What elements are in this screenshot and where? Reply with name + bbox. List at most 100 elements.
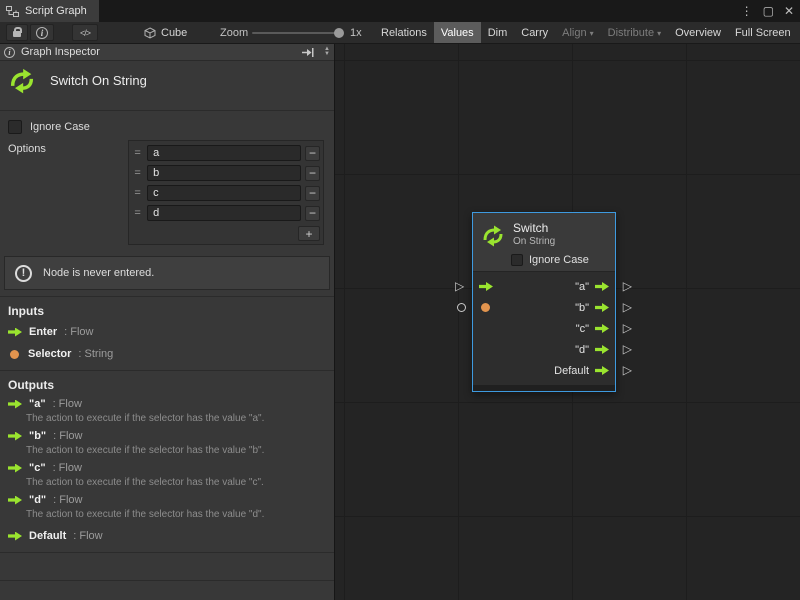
distribute-button[interactable]: Distribute ▾ [601,22,668,43]
warning-icon: ! [15,265,32,282]
window-menu-icon[interactable]: ⋮ [741,4,753,18]
tab-label: Script Graph [25,5,87,17]
node-title: Switch [513,222,555,235]
lock-icon[interactable] [6,24,28,41]
remove-option-button[interactable]: − [305,206,320,221]
drag-handle-icon[interactable]: = [132,147,143,159]
output-port-c[interactable] [595,324,609,333]
enter-connection-point[interactable]: ▷ [455,280,464,292]
switch-icon [481,223,505,247]
input-selector-row: Selector : String [8,348,113,360]
output-d-description: The action to execute if the selector ha… [26,509,264,520]
dock-arrow-icon[interactable] [301,47,314,58]
dim-button[interactable]: Dim [481,22,515,43]
add-option-button[interactable]: + [298,226,320,241]
maximize-icon[interactable]: ▢ [763,4,774,18]
chevron-down-icon: ▾ [657,29,661,38]
output-a-connection-point[interactable]: ▷ [623,280,632,292]
values-button[interactable]: Values [434,22,481,43]
remove-option-button[interactable]: − [305,146,320,161]
selector-input-port[interactable] [481,303,490,312]
fullscreen-button[interactable]: Full Screen [728,22,798,43]
output-c-connection-point[interactable]: ▷ [623,322,632,334]
zoom-slider[interactable] [252,32,342,34]
drag-handle-icon[interactable]: = [132,187,143,199]
flow-port-icon [8,432,22,441]
remove-option-button[interactable]: − [305,166,320,181]
selector-connection-point[interactable] [457,303,466,312]
cube-icon [144,27,156,39]
output-d-row: "d" : Flow [8,494,83,506]
outputs-heading: Outputs [8,378,54,392]
ignore-case-checkbox[interactable] [8,120,22,134]
scroll-down-icon[interactable]: ▼ [324,52,330,57]
option-input-2[interactable] [147,185,301,201]
flow-port-icon [8,328,22,337]
output-port-a[interactable] [595,282,609,291]
tab-script-graph[interactable]: Script Graph [0,0,99,22]
node-ignore-case-checkbox[interactable] [511,254,523,266]
node-ignore-case-row: Ignore Case [511,254,607,266]
relations-button[interactable]: Relations [374,22,434,43]
output-a-description: The action to execute if the selector ha… [26,413,264,424]
drag-handle-icon[interactable]: = [132,167,143,179]
port-label: "b" [575,302,589,314]
output-d-connection-point[interactable]: ▷ [623,343,632,355]
carry-button[interactable]: Carry [514,22,555,43]
window-tab-bar: Script Graph ⋮ ▢ ✕ [0,0,800,22]
warning-box: ! Node is never entered. [4,256,330,290]
divider [0,296,334,297]
enter-input-port[interactable] [479,282,493,291]
flow-port-icon [8,400,22,409]
align-button[interactable]: Align ▾ [555,22,600,43]
option-row: = − [131,183,321,203]
drag-handle-icon[interactable]: = [132,207,143,219]
output-c-row: "c" : Flow [8,462,82,474]
output-port-d[interactable] [595,345,609,354]
divider [0,110,334,111]
graph-canvas[interactable]: Switch On String Ignore Case "a" "b" [335,44,800,600]
graph-owner-label: Cube [161,27,187,39]
output-default-connection-point[interactable]: ▷ [623,364,632,376]
option-input-1[interactable] [147,165,301,181]
output-a-row: "a" : Flow [8,398,82,410]
output-port-b[interactable] [595,303,609,312]
remove-option-button[interactable]: − [305,186,320,201]
output-b-connection-point[interactable]: ▷ [623,301,632,313]
option-input-0[interactable] [147,145,301,161]
inspector-header-title: Graph Inspector [21,46,295,58]
window-controls: ⋮ ▢ ✕ [741,0,794,22]
output-c-description: The action to execute if the selector ha… [26,477,264,488]
zoom-value: 1x [350,27,362,39]
zoom-label: Zoom [220,27,248,39]
port-row: "a" [473,276,615,297]
node-inspector-title: Switch On String [8,66,147,94]
switch-on-string-node[interactable]: Switch On String Ignore Case "a" "b" [472,212,616,392]
port-row: "d" [473,339,615,360]
output-default-row: Default : Flow [8,530,103,542]
code-icon[interactable]: </> [72,24,98,41]
output-port-default[interactable] [595,366,609,375]
divider [0,580,334,581]
graph-toolbar: i </> Cube Zoom 1x Relations Values Dim … [0,22,800,44]
warning-text: Node is never entered. [43,267,154,279]
node-header: Switch On String Ignore Case [473,213,615,271]
close-icon[interactable]: ✕ [784,4,794,18]
zoom-slider-knob[interactable] [334,28,344,38]
overview-button[interactable]: Overview [668,22,728,43]
port-row: "b" [473,297,615,318]
ignore-case-row: Ignore Case [8,120,90,134]
node-ignore-case-label: Ignore Case [529,254,589,266]
graph-owner-button[interactable]: Cube [138,24,193,41]
inspector-header: i Graph Inspector ▲ ▼ [0,44,334,61]
output-b-description: The action to execute if the selector ha… [26,445,264,456]
option-input-3[interactable] [147,205,301,221]
info-toggle-icon[interactable]: i [30,24,54,41]
options-list: = − = − = − = − + [128,140,324,245]
flow-port-icon [8,496,22,505]
graph-inspector-panel: i Graph Inspector ▲ ▼ Switch On String I… [0,44,335,600]
port-label: "c" [576,323,589,335]
scroll-arrows[interactable]: ▲ ▼ [324,47,330,57]
string-port-icon [10,350,19,359]
toolbar-buttons: Relations Values Dim Carry Align ▾ Distr… [374,22,798,43]
